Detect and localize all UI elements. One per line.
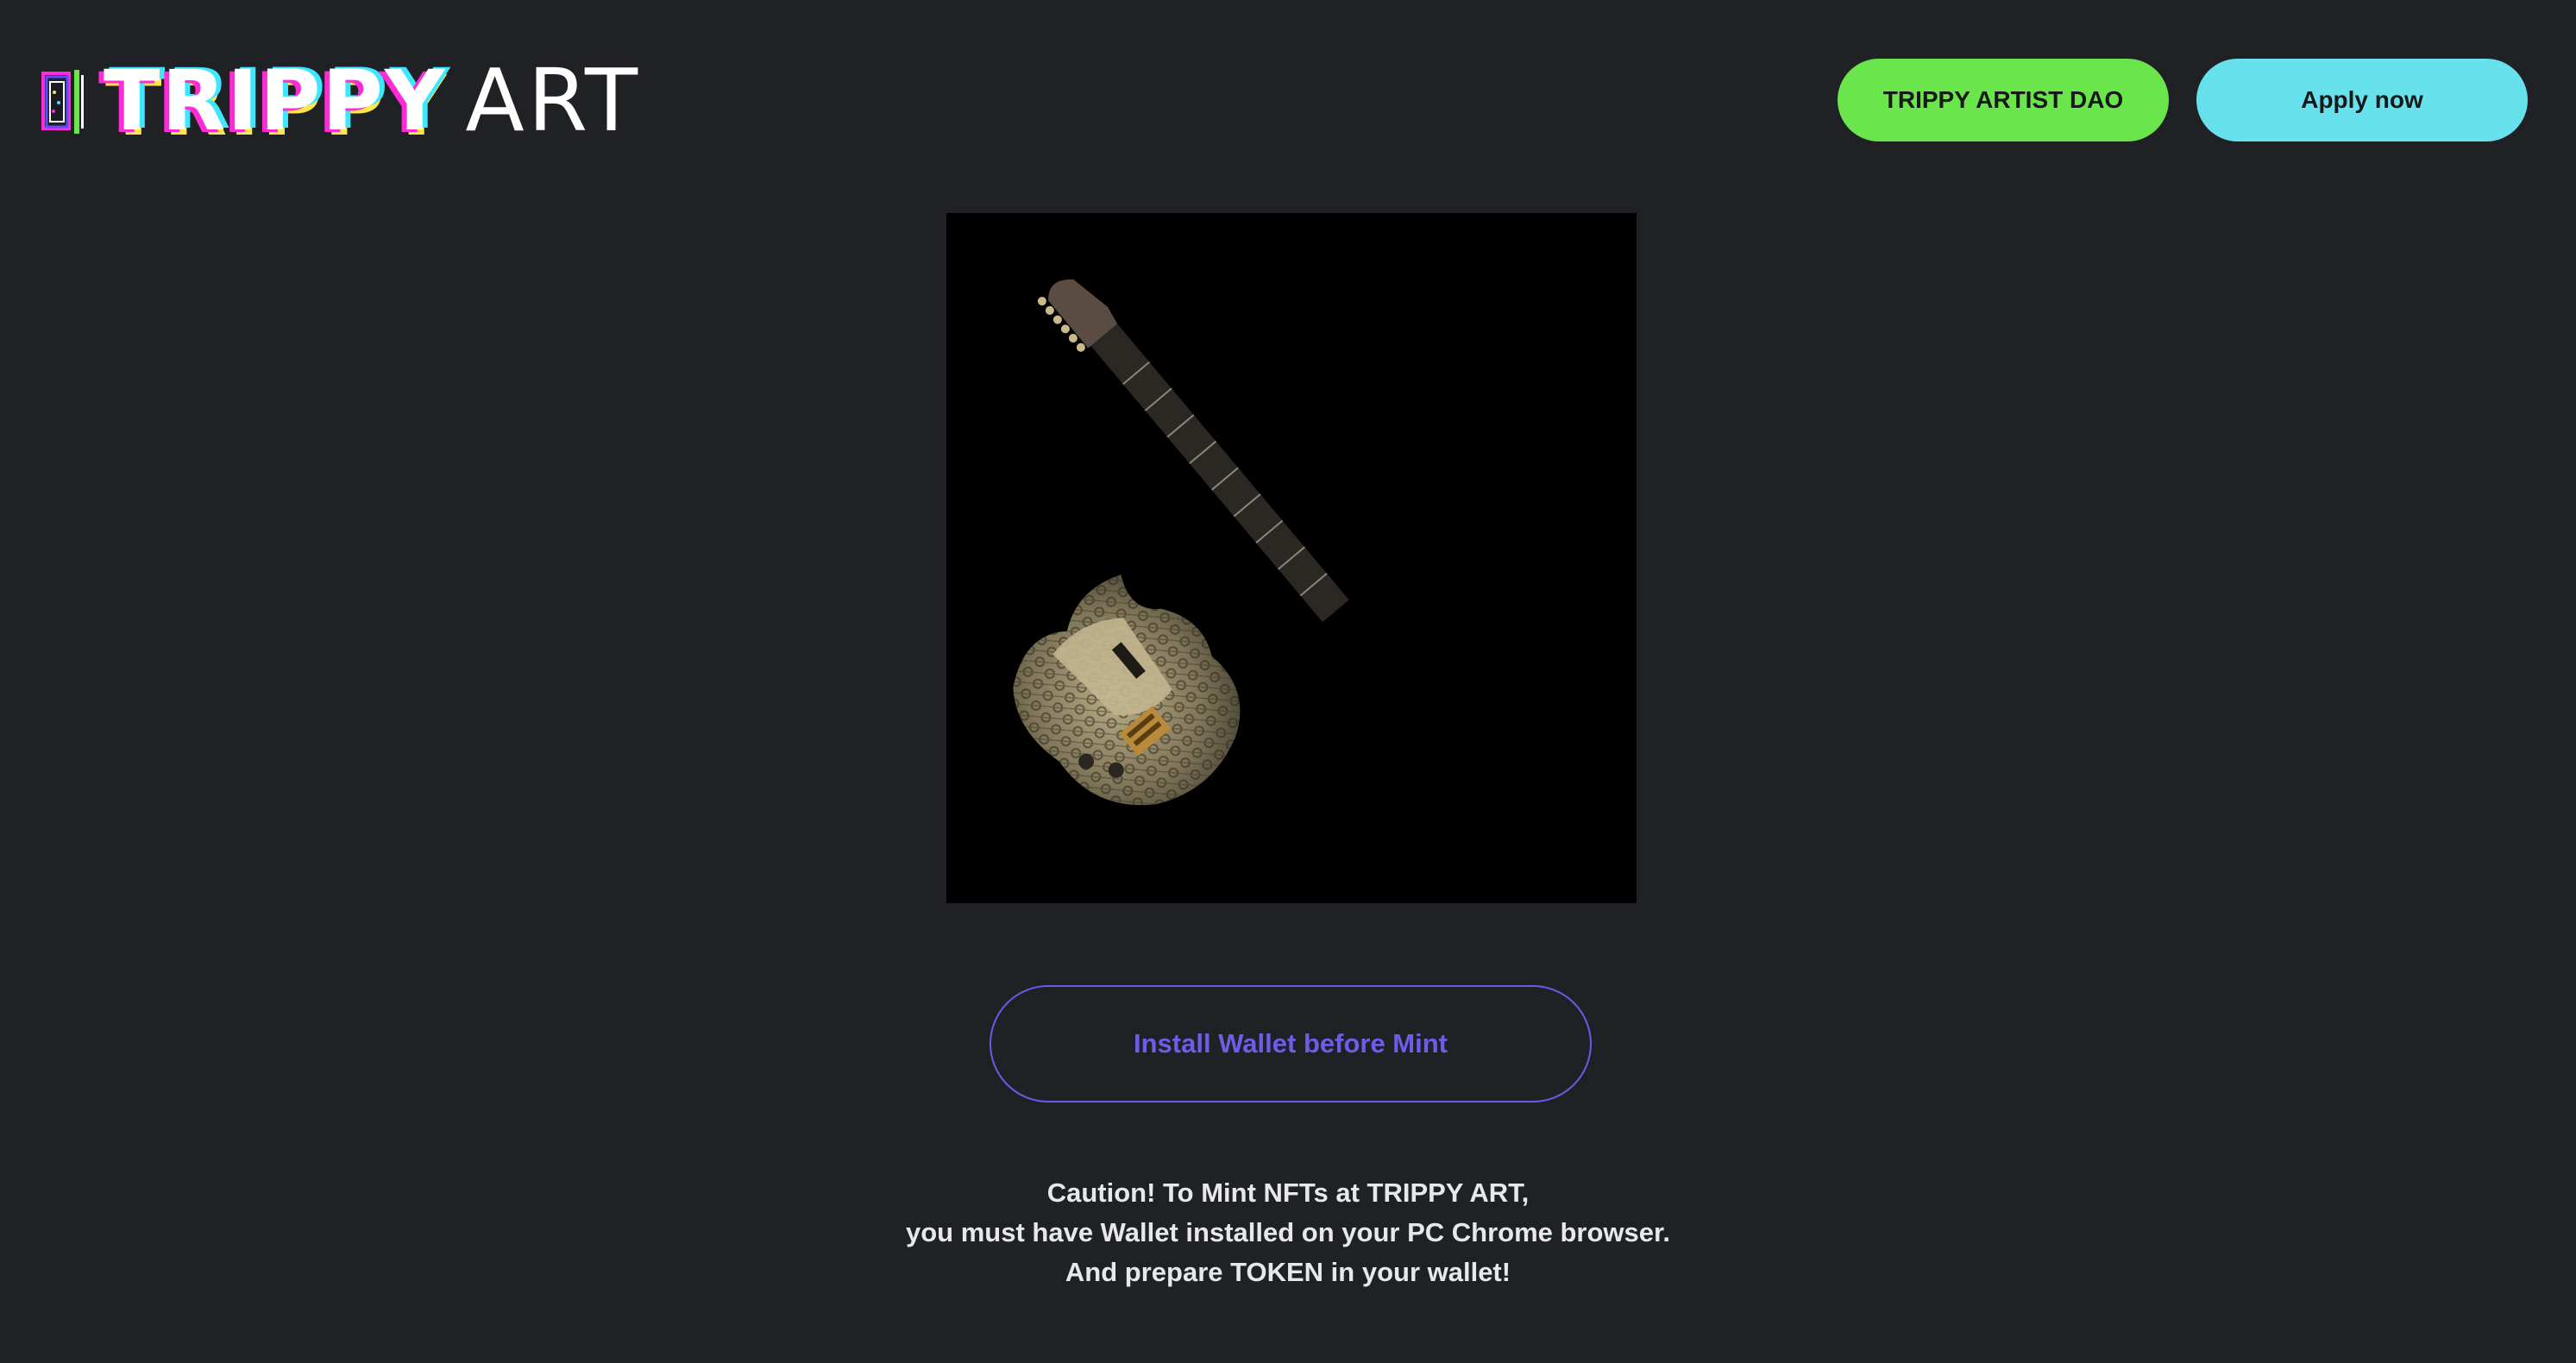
trippy-artist-dao-button[interactable]: TRIPPY ARTIST DAO [1838,59,2169,141]
logo-text-art: ART [465,50,642,151]
nft-image [946,213,1637,903]
logo-door-icon [41,66,88,135]
apply-button-label: Apply now [2301,86,2423,113]
caution-message: Caution! To Mint NFTs at TRIPPY ART, you… [0,1173,2576,1292]
dao-button-label: TRIPPY ARTIST DAO [1882,86,2124,113]
caution-line-3: And prepare TOKEN in your wallet! [1065,1257,1511,1287]
logo-text-trippy: TRIPPY [104,53,447,149]
install-wallet-button[interactable]: Install Wallet before Mint [990,985,1592,1102]
guitar-nft-image [946,213,1637,903]
caution-line-1: Caution! To Mint NFTs at TRIPPY ART, [1046,1178,1530,1208]
install-wallet-label: Install Wallet before Mint [1134,1028,1448,1058]
site-logo[interactable]: TRIPPY ART [41,53,641,148]
caution-line-2: you must have Wallet installed on your P… [906,1217,1670,1247]
page: TRIPPY ART TRIPPY ARTIST DAO Apply now I… [0,0,2576,1363]
apply-now-button[interactable]: Apply now [2196,59,2528,141]
